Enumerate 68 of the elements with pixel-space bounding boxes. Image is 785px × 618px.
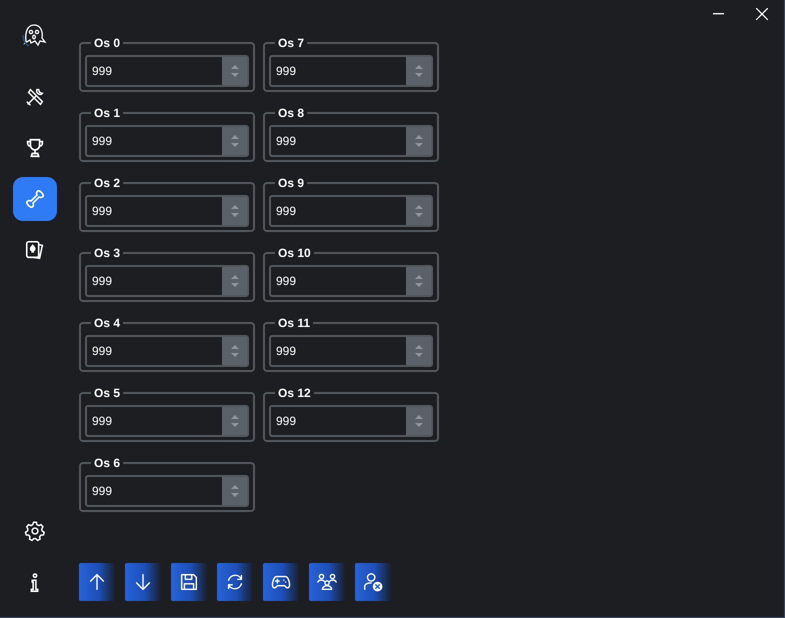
field-label: Os 10 bbox=[277, 246, 312, 260]
field-value: 999 bbox=[91, 203, 114, 220]
number-field[interactable]: 999 bbox=[85, 55, 249, 87]
field-value: 999 bbox=[91, 273, 114, 290]
field-value: 999 bbox=[275, 133, 298, 150]
number-field[interactable]: 999 bbox=[269, 265, 433, 297]
spinner-arrows-icon bbox=[414, 65, 422, 77]
number-field[interactable]: 999 bbox=[85, 125, 249, 157]
cards-icon bbox=[24, 239, 46, 261]
field-value: 999 bbox=[275, 413, 298, 430]
field-value: 999 bbox=[91, 343, 114, 360]
field-value: 999 bbox=[275, 343, 298, 360]
spinner-arrows-icon bbox=[230, 205, 238, 217]
spinner-arrows-icon bbox=[414, 275, 422, 287]
number-field[interactable]: 999 bbox=[269, 125, 433, 157]
trophy-icon bbox=[24, 137, 46, 159]
number-field[interactable]: 999 bbox=[85, 195, 249, 227]
number-field[interactable]: 999 bbox=[269, 195, 433, 227]
field-label: Os 5 bbox=[93, 386, 122, 400]
spinner-arrows-icon bbox=[414, 135, 422, 147]
remove-user-button[interactable] bbox=[355, 563, 391, 601]
gamepad-button[interactable] bbox=[263, 563, 299, 601]
spinner-arrows-icon bbox=[414, 205, 422, 217]
spinner-arrows-icon bbox=[230, 485, 238, 497]
spinner-arrows-icon bbox=[230, 415, 238, 427]
field-value: 999 bbox=[275, 273, 298, 290]
number-field[interactable]: 999 bbox=[85, 265, 249, 297]
spinner-arrows-icon bbox=[230, 275, 238, 287]
field-label: Os 8 bbox=[277, 106, 306, 120]
field-label: Os 6 bbox=[93, 456, 122, 470]
user-remove-icon bbox=[362, 571, 384, 593]
people-icon bbox=[316, 571, 338, 593]
field-value: 999 bbox=[91, 483, 114, 500]
minimize-icon bbox=[712, 13, 724, 15]
close-icon bbox=[756, 8, 768, 20]
field-value: 999 bbox=[91, 133, 114, 150]
field-label: Os 1 bbox=[93, 106, 122, 120]
number-field[interactable]: 999 bbox=[85, 405, 249, 437]
field-label: Os 7 bbox=[277, 36, 306, 50]
field-label: Os 2 bbox=[93, 176, 122, 190]
spinner-arrows-icon bbox=[414, 345, 422, 357]
spinner-arrows-icon bbox=[230, 135, 238, 147]
field-value: 999 bbox=[275, 203, 298, 220]
field-label: Os 11 bbox=[277, 316, 312, 330]
number-field[interactable]: 999 bbox=[85, 335, 249, 367]
number-field[interactable]: 999 bbox=[269, 55, 433, 87]
field-value: 999 bbox=[91, 413, 114, 430]
spinner-arrows-icon bbox=[230, 345, 238, 357]
move-down-button[interactable] bbox=[125, 563, 161, 601]
number-field[interactable]: 999 bbox=[269, 405, 433, 437]
settings-icon bbox=[24, 520, 46, 542]
field-value: 999 bbox=[91, 63, 114, 80]
refresh-button[interactable] bbox=[217, 563, 253, 601]
number-field[interactable]: 999 bbox=[269, 335, 433, 367]
field-label: Os 0 bbox=[93, 36, 122, 50]
sidebar-item[interactable] bbox=[13, 177, 57, 221]
field-label: Os 12 bbox=[277, 386, 312, 400]
bone-icon bbox=[23, 187, 47, 211]
move-up-button[interactable] bbox=[79, 563, 115, 601]
number-field[interactable]: 999 bbox=[85, 475, 249, 507]
field-label: Os 9 bbox=[277, 176, 306, 190]
field-label: Os 3 bbox=[93, 246, 122, 260]
save-button[interactable] bbox=[171, 563, 207, 601]
field-value: 999 bbox=[275, 63, 298, 80]
group-button[interactable] bbox=[309, 563, 345, 601]
spinner-arrows-icon bbox=[414, 415, 422, 427]
spinner-arrows-icon bbox=[230, 65, 238, 77]
field-label: Os 4 bbox=[93, 316, 122, 330]
